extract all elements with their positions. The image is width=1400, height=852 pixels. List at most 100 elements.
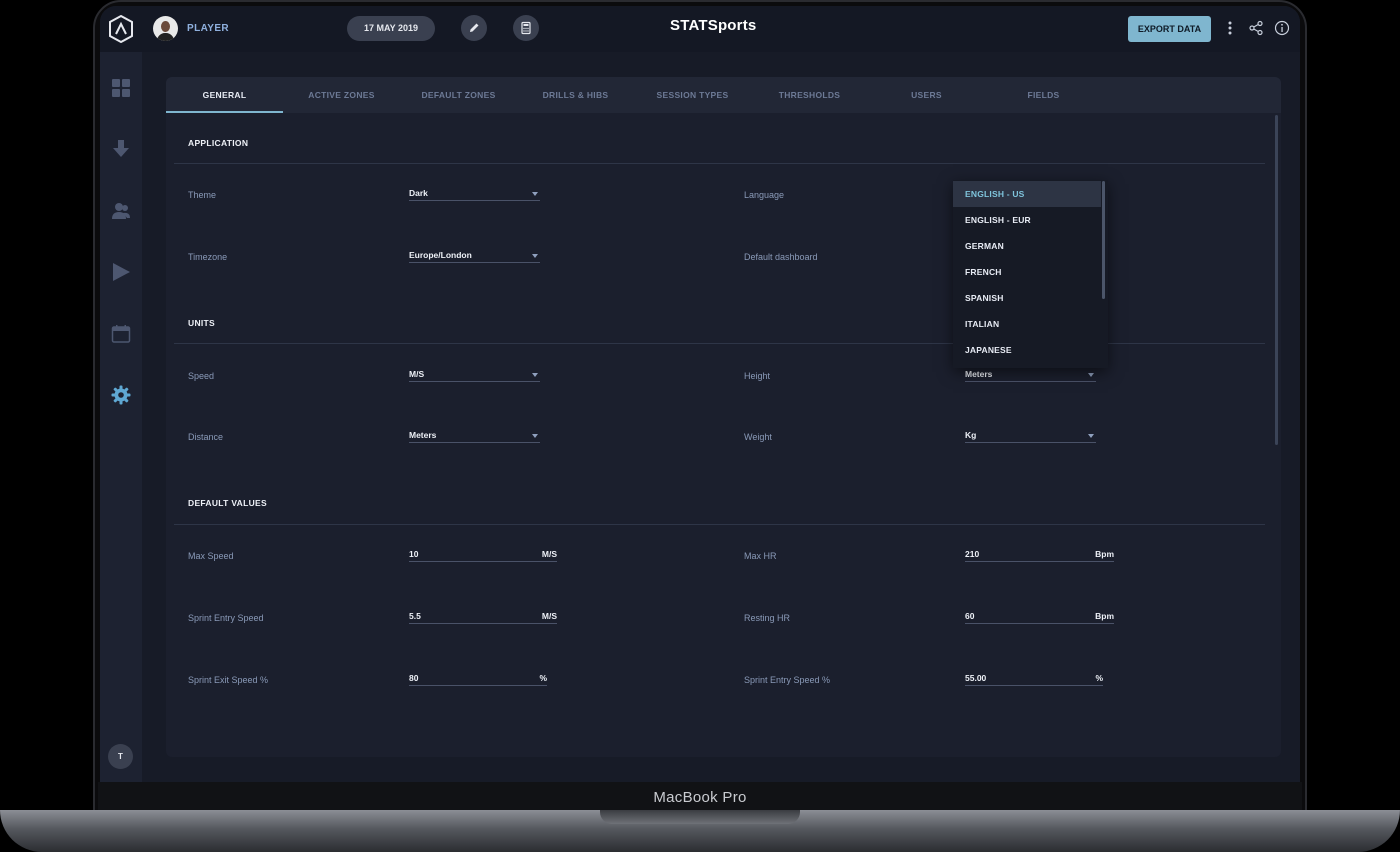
tab-drills-hibs[interactable]: DRILLS & HIBS (517, 77, 634, 113)
calculator-button[interactable] (513, 15, 539, 41)
language-option[interactable]: GERMAN (953, 233, 1101, 259)
tab-fields[interactable]: FIELDS (985, 77, 1102, 113)
theme-value: Dark (409, 188, 428, 198)
language-label: Language (744, 190, 785, 200)
height-value: Meters (965, 369, 993, 379)
section-units-title: UNITS (188, 318, 215, 328)
calendar-icon[interactable] (111, 324, 131, 344)
download-icon[interactable] (111, 139, 131, 159)
dashboard-icon[interactable] (111, 78, 131, 98)
speed-label: Speed (188, 371, 215, 381)
sprint-exit-speed-unit: % (539, 673, 547, 683)
user-avatar[interactable]: T (108, 744, 133, 769)
sprint-entry-speed-input[interactable]: 5.5 M/S (409, 611, 557, 624)
distance-select[interactable]: Meters (409, 430, 540, 443)
tab-default-zones[interactable]: DEFAULT ZONES (400, 77, 517, 113)
default-dashboard-label: Default dashboard (744, 252, 818, 262)
max-hr-input[interactable]: 210 Bpm (965, 549, 1114, 562)
weight-value: Kg (965, 430, 977, 440)
export-data-button[interactable]: EXPORT DATA (1128, 16, 1211, 42)
timezone-label: Timezone (188, 252, 228, 262)
language-option[interactable]: FRENCH (953, 259, 1101, 285)
share-icon[interactable] (1248, 20, 1264, 36)
player-label[interactable]: PLAYER (187, 23, 229, 34)
resting-hr-input[interactable]: 60 Bpm (965, 611, 1114, 624)
tab-active-zones[interactable]: ACTIVE ZONES (283, 77, 400, 113)
chevron-down-icon (532, 192, 538, 196)
users-icon[interactable] (111, 201, 131, 221)
language-option[interactable]: JAPANESE (953, 337, 1101, 363)
sprint-entry-speed-pct-unit: % (1095, 673, 1103, 683)
panel-scrollbar[interactable] (1275, 115, 1278, 445)
sprint-entry-speed-label: Sprint Entry Speed (188, 613, 264, 623)
more-options-icon[interactable] (1222, 20, 1238, 36)
tab-thresholds[interactable]: THRESHOLDS (751, 77, 868, 113)
language-option[interactable]: ENGLISH - US (953, 181, 1101, 207)
max-speed-label: Max Speed (188, 551, 234, 561)
sidebar: T (100, 52, 142, 782)
distance-label: Distance (188, 432, 224, 442)
laptop-chin: MacBook Pro (98, 782, 1302, 810)
tab-users[interactable]: USERS (868, 77, 985, 113)
settings-tabs: GENERAL ACTIVE ZONES DEFAULT ZONES DRILL… (166, 77, 1281, 113)
brand-logo: STATSports (670, 14, 780, 44)
section-application-title: APPLICATION (188, 138, 249, 148)
top-bar: PLAYER 17 MAY 2019 STATSports EXPORT DAT… (100, 6, 1300, 52)
speed-value: M/S (409, 369, 425, 379)
timezone-select[interactable]: Europe/London (409, 250, 540, 263)
section-default-values-title: DEFAULT VALUES (188, 498, 267, 508)
weight-label: Weight (744, 432, 772, 442)
max-speed-value: 10 (409, 549, 419, 559)
height-select[interactable]: Meters (965, 369, 1096, 382)
pencil-icon (470, 23, 479, 32)
max-hr-label: Max HR (744, 551, 777, 561)
max-speed-unit: M/S (541, 549, 557, 559)
theme-label: Theme (188, 190, 217, 200)
language-option[interactable]: ENGLISH - EUR (953, 207, 1101, 233)
app-logo-icon[interactable] (108, 14, 134, 44)
speed-select[interactable]: M/S (409, 369, 540, 382)
date-picker-button[interactable]: 17 MAY 2019 (347, 16, 435, 41)
play-icon[interactable] (111, 262, 131, 282)
chevron-down-icon (532, 434, 538, 438)
language-dropdown: ENGLISH - US ENGLISH - EUR GERMAN FRENCH… (953, 180, 1108, 368)
sprint-exit-speed-input[interactable]: 80 % (409, 673, 547, 686)
sprint-entry-speed-pct-input[interactable]: 55.00 % (965, 673, 1103, 686)
chevron-down-icon (1088, 373, 1094, 377)
divider (174, 524, 1265, 525)
height-label: Height (744, 371, 771, 381)
max-speed-input[interactable]: 10 M/S (409, 549, 557, 562)
device-label: MacBook Pro (653, 789, 747, 806)
sprint-entry-speed-value: 5.5 (409, 611, 421, 621)
chevron-down-icon (1088, 434, 1094, 438)
dropdown-scrollbar[interactable] (1102, 181, 1105, 299)
edit-button[interactable] (461, 15, 487, 41)
sprint-entry-speed-pct-label: Sprint Entry Speed % (744, 675, 831, 685)
chevron-down-icon (532, 254, 538, 258)
sprint-exit-speed-value: 80 (409, 673, 419, 683)
sprint-exit-speed-label: Sprint Exit Speed % (188, 675, 269, 685)
max-hr-unit: Bpm (1095, 549, 1114, 559)
info-icon[interactable] (1274, 20, 1290, 36)
resting-hr-value: 60 (965, 611, 975, 621)
resting-hr-unit: Bpm (1095, 611, 1114, 621)
tab-session-types[interactable]: SESSION TYPES (634, 77, 751, 113)
tab-general[interactable]: GENERAL (166, 77, 283, 113)
laptop-notch (600, 810, 800, 824)
language-option[interactable]: SPANISH (953, 285, 1101, 311)
player-avatar[interactable] (153, 16, 178, 41)
brand-name: STATSports (670, 17, 757, 34)
timezone-value: Europe/London (409, 250, 472, 260)
settings-icon[interactable] (111, 385, 131, 405)
weight-select[interactable]: Kg (965, 430, 1096, 443)
sprint-entry-speed-pct-value: 55.00 (965, 673, 987, 683)
language-option[interactable]: ITALIAN (953, 311, 1101, 337)
divider (174, 163, 1265, 164)
sprint-entry-speed-unit: M/S (541, 611, 557, 621)
app-screen: PLAYER 17 MAY 2019 STATSports EXPORT DAT… (100, 6, 1300, 782)
chevron-down-icon (532, 373, 538, 377)
calculator-icon (521, 21, 531, 35)
resting-hr-label: Resting HR (744, 613, 791, 623)
settings-panel: GENERAL ACTIVE ZONES DEFAULT ZONES DRILL… (166, 77, 1281, 757)
theme-select[interactable]: Dark (409, 188, 540, 201)
